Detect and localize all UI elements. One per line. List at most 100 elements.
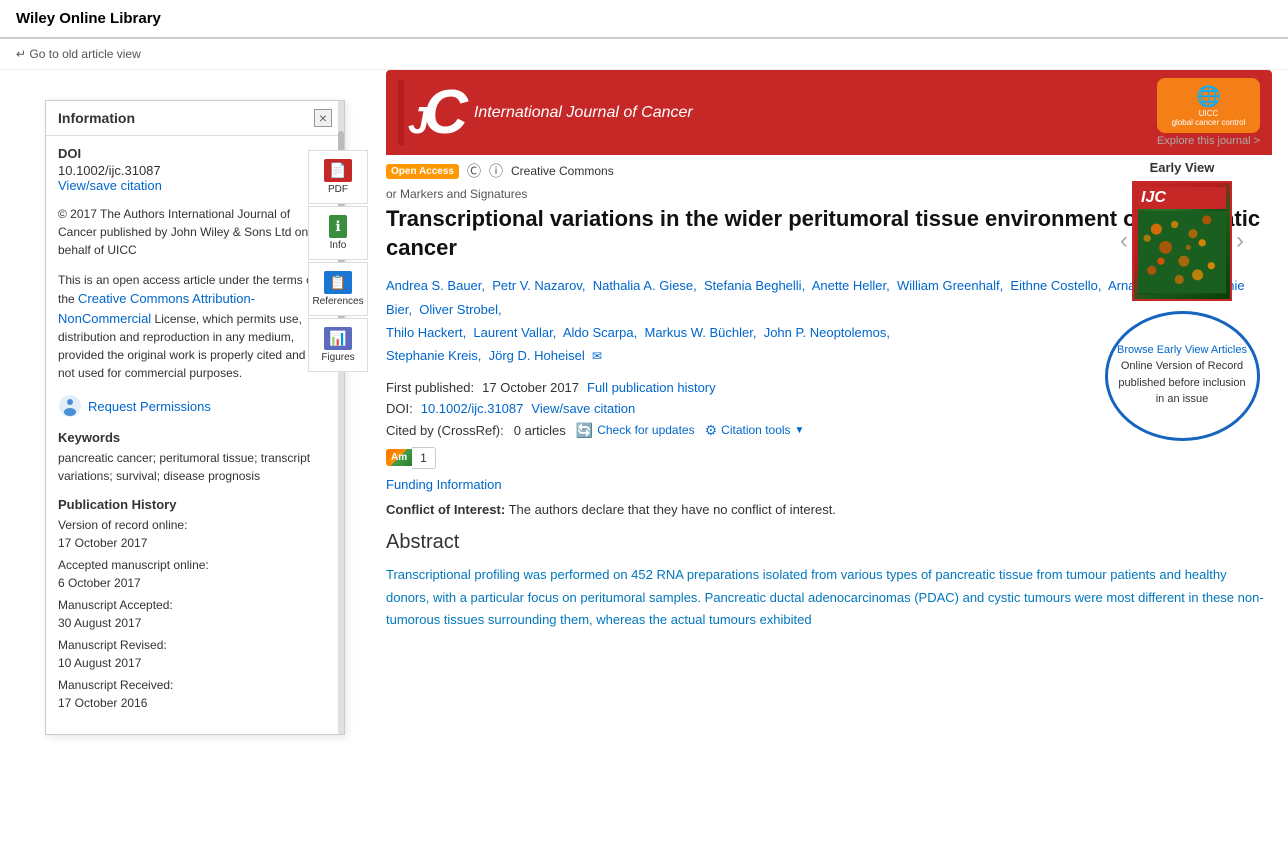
altmetric-row: Am 1 — [386, 447, 1272, 469]
open-access-badge: Open Access — [386, 164, 459, 179]
pub-history-label: Publication History — [58, 497, 332, 512]
altmetric-badge: Am 1 — [386, 447, 436, 469]
references-nav-item[interactable]: 📋 References — [308, 262, 368, 316]
author-link-13[interactable]: Markus W. Büchler — [644, 325, 752, 340]
author-link-10[interactable]: Thilo Hackert — [386, 325, 463, 340]
conflict-text: Conflict of Interest: The authors declar… — [386, 500, 1272, 520]
author-link-1[interactable]: Petr V. Nazarov — [492, 278, 582, 293]
abstract-text: Transcriptional profiling was performed … — [386, 564, 1272, 630]
pub-history-item-1: Accepted manuscript online: 6 October 20… — [58, 556, 332, 592]
pub-history-item-4: Manuscript Received: 17 October 2016 — [58, 676, 332, 712]
author-link-9[interactable]: Oliver Strobel — [419, 302, 498, 317]
permissions-section: Request Permissions — [58, 394, 332, 418]
early-view-annotation-circle: Browse Early View Articles Online Versio… — [1105, 311, 1260, 441]
altmetric-score-value: 1 — [412, 447, 436, 469]
journal-banner: JC International Journal of Cancer 🌐 UIC… — [386, 70, 1272, 155]
permissions-icon — [58, 394, 82, 418]
cc-circle-icon: Ⓒ — [467, 161, 481, 181]
abstract-text-highlighted: Transcriptional profiling was performed … — [386, 567, 1264, 626]
publication-history-section: Publication History Version of record on… — [58, 497, 332, 712]
author-link-5[interactable]: William Greenhalf — [897, 278, 1000, 293]
funding-information-link[interactable]: Funding Information — [386, 477, 502, 492]
sidebar-title: Information — [58, 110, 135, 126]
pub-history-item-3: Manuscript Revised: 10 August 2017 — [58, 636, 332, 672]
doi-link[interactable]: 10.1002/ijc.31087 — [421, 401, 524, 416]
site-title: Wiley Online Library — [16, 10, 161, 27]
old-article-view-link[interactable]: ↵ Go to old article view — [16, 47, 141, 61]
check-updates-button[interactable]: 🔄 Check for updates — [576, 422, 695, 439]
author-link-0[interactable]: Andrea S. Bauer — [386, 278, 481, 293]
info-label: Info — [330, 240, 347, 251]
sidebar-content: DOI 10.1002/ijc.31087 View/save citation… — [46, 136, 344, 734]
article-area: JC International Journal of Cancer 🌐 UIC… — [370, 70, 1288, 850]
journal-cover-artwork — [1138, 209, 1226, 295]
information-sidebar: Information × DOI 10.1002/ijc.31087 View… — [45, 100, 345, 735]
cc-license-link[interactable]: Creative Commons Attribution-NonCommerci… — [58, 291, 255, 326]
full-pub-history-link[interactable]: Full publication history — [587, 380, 716, 395]
corresponding-author-email-icon: ✉ — [592, 349, 602, 363]
view-save-citation-link[interactable]: View/save citation — [58, 178, 162, 193]
conflict-label: Conflict of Interest: — [386, 502, 505, 517]
conflict-value: The authors declare that they have no co… — [509, 502, 836, 517]
doi-value: 10.1002/ijc.31087 — [58, 163, 332, 178]
browse-early-view-link[interactable]: Browse Early View Articles — [1117, 344, 1247, 356]
journal-cover-image: IJC — [1132, 181, 1232, 301]
author-link-11[interactable]: Laurent Vallar — [473, 325, 552, 340]
explore-journal-link[interactable]: Explore this journal > — [1157, 135, 1260, 147]
copyright-section: © 2017 The Authors International Journal… — [58, 205, 332, 259]
pub-history-item-2: Manuscript Accepted: 30 August 2017 — [58, 596, 332, 632]
cover-artwork-svg — [1138, 209, 1226, 295]
citation-tools-button[interactable]: ⚙ Citation tools ▼ — [705, 422, 805, 439]
author-link-6[interactable]: Eithne Costello — [1010, 278, 1097, 293]
carousel-prev-arrow[interactable]: ‹ — [1120, 227, 1128, 255]
first-published-label: First published: — [386, 380, 474, 395]
article-view-save-link[interactable]: View/save citation — [531, 401, 635, 416]
keywords-label: Keywords — [58, 430, 332, 445]
info-icon: ℹ — [329, 215, 346, 238]
figures-label: Figures — [321, 352, 354, 363]
citation-tools-dropdown-icon: ▼ — [795, 425, 805, 436]
author-link-16[interactable]: Jörg D. Hoheisel — [489, 348, 585, 363]
sidebar-close-button[interactable]: × — [314, 109, 332, 127]
early-view-title: Early View — [1092, 160, 1272, 175]
author-link-3[interactable]: Stefania Beghelli — [704, 278, 802, 293]
sidebar-header: Information × — [46, 101, 344, 136]
request-permissions-link[interactable]: Request Permissions — [88, 399, 211, 414]
author-link-12[interactable]: Aldo Scarpa — [563, 325, 634, 340]
journal-logo-area: JC International Journal of Cancer — [398, 80, 693, 145]
doi-section: DOI 10.1002/ijc.31087 View/save citation — [58, 146, 332, 193]
funding-section: Funding Information — [386, 477, 1272, 492]
author-link-14[interactable]: John P. Neoptolemos — [764, 325, 887, 340]
journal-cover-header: IJC — [1138, 187, 1226, 209]
abstract-title: Abstract — [386, 531, 1272, 554]
altmetric-am-label: Am — [386, 449, 412, 466]
pdf-label: PDF — [328, 184, 348, 195]
vertical-nav: 📄 PDF ℹ Info 📋 References 📊 Figures — [308, 150, 368, 374]
early-view-panel: Early View ‹ IJC — [1092, 160, 1272, 441]
author-link-4[interactable]: Anette Heller — [812, 278, 886, 293]
figures-nav-item[interactable]: 📊 Figures — [308, 318, 368, 372]
site-header: Wiley Online Library — [0, 0, 1288, 38]
carousel-next-arrow[interactable]: › — [1236, 227, 1244, 255]
cc-info-icon: ⓘ — [489, 161, 503, 181]
doi-label: DOI — [58, 146, 332, 161]
pdf-nav-item[interactable]: 📄 PDF — [308, 150, 368, 204]
figures-icon: 📊 — [324, 327, 351, 350]
early-view-description: Online Version of Record published befor… — [1116, 358, 1249, 408]
pub-history-item-0: Version of record online: 17 October 201… — [58, 516, 332, 552]
doi-label-article: DOI: — [386, 401, 413, 416]
uicc-badge: 🌐 UICC global cancer control — [1157, 78, 1260, 133]
author-link-15[interactable]: Stephanie Kreis — [386, 348, 478, 363]
uicc-subtext: global cancer control — [1167, 118, 1250, 127]
first-published-date: 17 October 2017 — [482, 380, 579, 395]
author-link-2[interactable]: Nathalia A. Giese — [593, 278, 693, 293]
cited-by-count: 0 articles — [514, 423, 566, 438]
citation-tools-gear-icon: ⚙ — [705, 422, 718, 439]
uicc-text: UICC — [1167, 109, 1250, 118]
journal-name: International Journal of Cancer — [474, 104, 693, 122]
cc-label: Creative Commons — [511, 164, 614, 178]
license-text: This is an open access article under the… — [58, 271, 332, 382]
old-article-view-bar: ↵ Go to old article view — [0, 39, 1288, 70]
info-nav-item[interactable]: ℹ Info — [308, 206, 368, 260]
check-updates-sync-icon: 🔄 — [576, 422, 593, 439]
